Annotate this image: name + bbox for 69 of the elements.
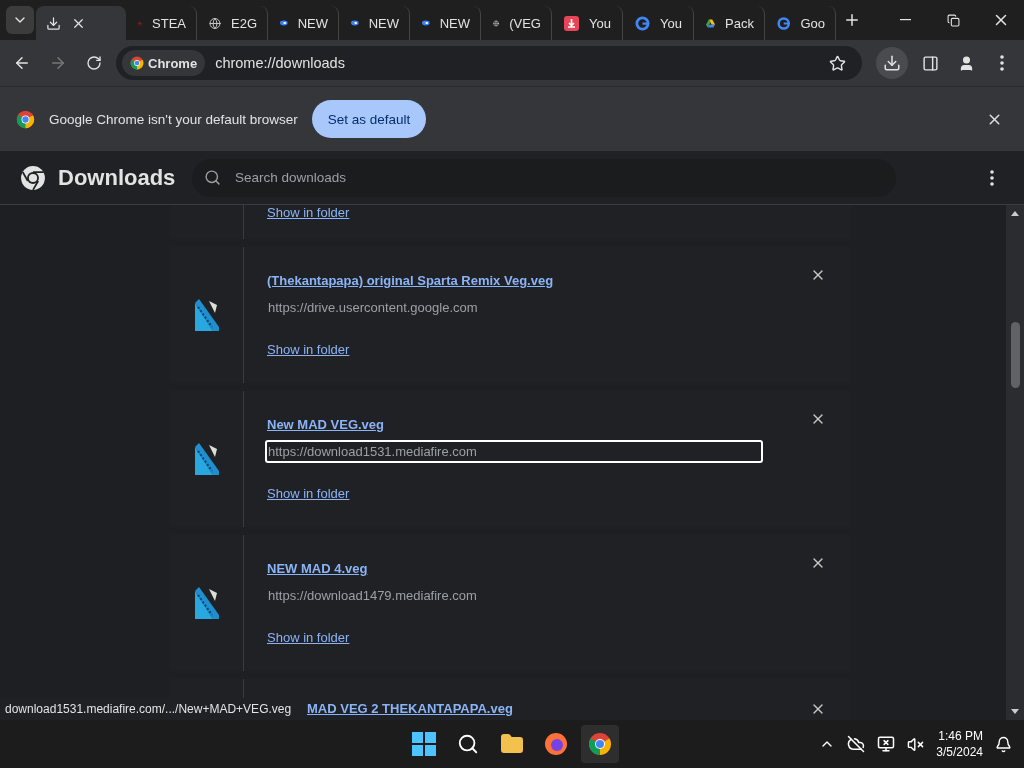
tab-title: (VEG [509,15,541,31]
search-placeholder: Search downloads [235,170,347,185]
show-in-folder-link[interactable]: Show in folder [267,630,350,645]
chrome-logo-icon [20,164,46,191]
reload-icon [86,55,102,71]
download-icon [883,54,901,72]
page-title: Downloads [58,164,177,191]
set-default-button[interactable]: Set as default [311,100,427,138]
forward-arrow-icon [49,54,67,72]
plus-icon [843,11,861,29]
show-in-folder-link[interactable]: Show in folder [267,486,350,501]
bookmark-star-icon[interactable] [829,54,846,72]
chrome-icon [130,56,144,70]
swirl-icon [280,18,288,28]
site-chip[interactable]: Chrome [122,50,206,76]
file-icon [194,587,219,619]
search-icon [457,733,479,755]
download-icon [564,15,579,31]
search-icon [204,169,221,186]
menu-icon [1000,55,1004,71]
file-name-link[interactable]: NEW MAD 4.veg [267,561,368,576]
chrome-icon [588,732,612,756]
restore-icon [946,13,960,27]
downloads-button[interactable] [876,47,908,79]
tab-title: Goo [800,15,825,31]
muted-speaker-icon[interactable] [907,735,925,753]
scrollbar[interactable] [1006,205,1024,720]
download-icon [46,15,61,31]
tab-title: NEW [368,15,399,31]
file-icon [194,443,219,475]
cloud-off-icon[interactable] [847,735,866,753]
address-bar[interactable]: Chrome chrome://downloads [116,46,862,80]
source-url: https://download1479.mediafire.com [267,587,478,605]
side-panel-icon [921,54,939,72]
tab-title: Pack [725,15,754,31]
tab-title: NEW [439,15,470,31]
file-icon [194,299,219,331]
tab-title: STEA [152,15,186,31]
search-field[interactable]: Search downloads [192,158,896,197]
g-icon [777,15,791,31]
url-text: chrome://downloads [215,55,346,71]
chrome-logo-icon [16,109,35,129]
clock[interactable]: 1:46 PM 3/5/2024 [936,729,983,759]
file-name-link[interactable]: New MAD VEG.veg [267,417,385,432]
source-url: https://drive.usercontent.google.com [267,299,479,317]
notification-bell-icon[interactable] [995,735,1012,753]
tab-title: NEW [297,15,328,31]
browser-tab[interactable] [36,6,126,40]
swirl-icon [422,18,430,28]
swirl-icon [351,18,359,28]
tab-title: E2G [231,15,257,31]
tab-title: You [589,15,611,31]
minimize-icon [899,19,911,21]
infobar-message: Google Chrome isn't your default browser [49,111,298,127]
tab-title: You [660,15,682,31]
show-in-folder-link[interactable]: Show in folder [267,205,350,220]
g-icon [635,15,650,31]
network-icon[interactable] [877,735,896,753]
globe-icon [209,15,221,31]
file-name-link[interactable]: (Thekantapapa) original Sparta Remix Veg.veg [267,273,554,288]
show-in-folder-link[interactable]: Show in folder [267,342,350,357]
windows-icon [412,732,436,756]
chrome-button[interactable] [581,725,619,763]
tab-search-button[interactable] [6,6,34,34]
file-name-link[interactable]: MAD VEG 2 THEKANTAPAPA.veg [307,701,513,716]
menu-icon [990,169,994,186]
source-url: https://download1531.mediafire.com [265,440,763,463]
firefox-icon [544,732,568,756]
folder-icon [500,732,524,756]
